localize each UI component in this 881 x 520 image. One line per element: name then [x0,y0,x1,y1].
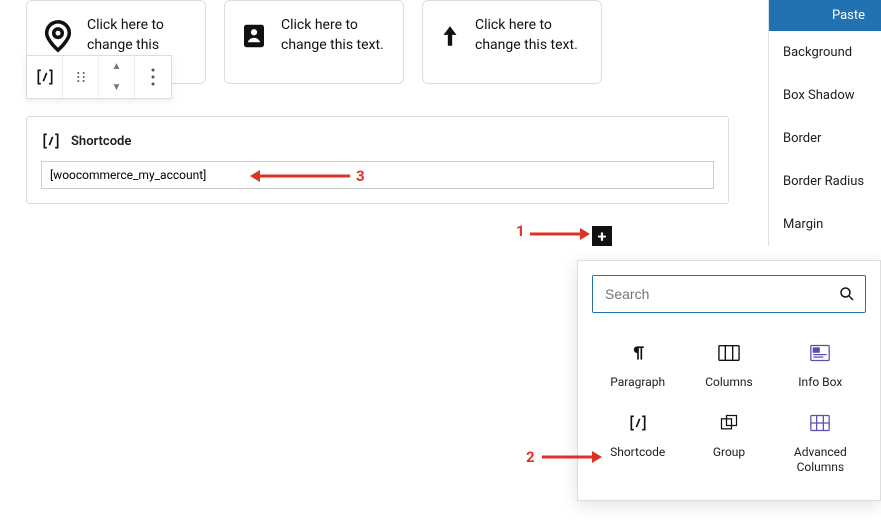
contact-icon [239,18,269,54]
shortcode-icon [41,131,61,151]
shortcode-block[interactable]: Shortcode [26,116,729,204]
drag-handle-icon[interactable] [63,56,99,98]
info-card[interactable]: Click here to change this text. [422,0,602,84]
block-label: Columns [705,375,753,391]
move-up-icon[interactable]: ▲ [105,56,129,77]
settings-sidebar: Paste Background Box Shadow Border Borde… [768,0,881,246]
search-wrap [592,275,866,313]
shortcode-icon [626,411,650,435]
block-toolbar: ▲ ▼ [26,55,172,99]
paragraph-icon [626,341,650,365]
move-buttons[interactable]: ▲ ▼ [99,56,135,98]
annotation-label: 1 [516,222,525,240]
group-icon [717,411,741,435]
block-label: Advanced Columns [779,445,862,476]
advcolumns-icon [808,411,832,435]
block-paragraph[interactable]: Paragraph [592,331,683,401]
location-pin-icon [41,18,75,54]
block-inserter: Paragraph Columns Info Box Shortcode Gro… [577,260,881,501]
block-shortcode[interactable]: Shortcode [592,401,683,486]
block-group[interactable]: Group [683,401,774,486]
sidebar-item-margin[interactable]: Margin [769,203,881,246]
add-block-button[interactable]: + [592,226,612,246]
card-text: Click here to change this text. [475,16,587,55]
block-advanced-columns[interactable]: Advanced Columns [775,401,866,486]
shortcode-input[interactable] [41,161,714,189]
shortcode-type-icon[interactable] [27,56,63,98]
block-info-box[interactable]: Info Box [775,331,866,401]
search-icon[interactable] [829,285,865,303]
sidebar-item-background[interactable]: Background [769,31,881,74]
move-down-icon[interactable]: ▼ [105,77,129,98]
card-text: Click here to change this [87,16,191,55]
infobox-icon [808,341,832,365]
arrow-up-icon [437,18,463,54]
block-columns[interactable]: Columns [683,331,774,401]
paste-button[interactable]: Paste [769,0,881,31]
shortcode-title: Shortcode [71,134,131,149]
info-card[interactable]: Click here to change this text. [224,0,404,84]
block-label: Group [713,445,745,461]
block-label: Info Box [798,375,842,391]
sidebar-item-box-shadow[interactable]: Box Shadow [769,74,881,117]
more-options-icon[interactable] [135,56,171,98]
card-text: Click here to change this text. [281,16,389,55]
annotation-label: 3 [356,167,365,185]
search-input[interactable] [593,276,829,312]
annotation-label: 2 [526,448,535,466]
block-label: Shortcode [610,445,665,461]
columns-icon [717,341,741,365]
sidebar-item-border[interactable]: Border [769,117,881,160]
block-label: Paragraph [610,375,665,391]
sidebar-item-border-radius[interactable]: Border Radius [769,160,881,203]
